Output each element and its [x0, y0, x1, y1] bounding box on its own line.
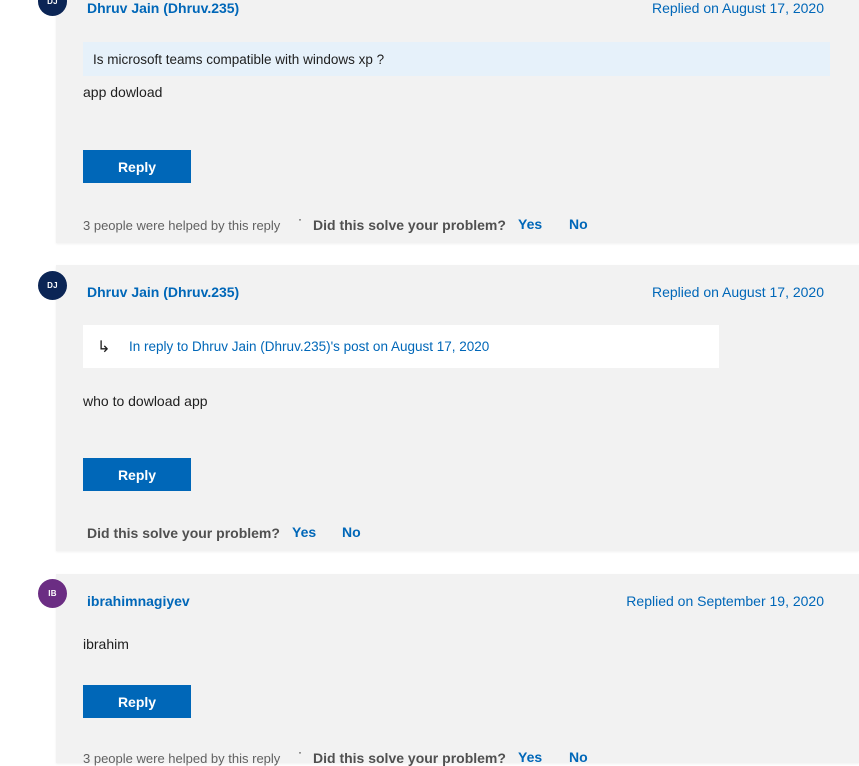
- quoted-question-text: Is microsoft teams compatible with windo…: [93, 51, 385, 67]
- post-body: app dowload: [83, 84, 163, 100]
- no-button[interactable]: No: [342, 524, 361, 540]
- reply-date[interactable]: Replied on August 17, 2020: [652, 284, 824, 300]
- reply-button[interactable]: Reply: [83, 685, 191, 718]
- yes-button[interactable]: Yes: [518, 216, 542, 232]
- helped-count: 3 people were helped by this reply: [83, 751, 281, 766]
- solve-question: Did this solve your problem?: [313, 217, 506, 233]
- author-name[interactable]: Dhruv Jain (Dhruv.235): [87, 284, 239, 300]
- author-name[interactable]: Dhruv Jain (Dhruv.235): [87, 0, 239, 16]
- solve-question: Did this solve your problem?: [313, 750, 506, 766]
- in-reply-to-text[interactable]: In reply to Dhruv Jain (Dhruv.235)'s pos…: [129, 339, 489, 354]
- reply-button[interactable]: Reply: [83, 150, 191, 183]
- reply-button[interactable]: Reply: [83, 458, 191, 491]
- post-body: ibrahim: [83, 636, 129, 652]
- separator-dot: ·: [298, 745, 302, 759]
- separator-dot: ·: [298, 212, 302, 226]
- no-button[interactable]: No: [569, 216, 588, 232]
- in-reply-to-link[interactable]: ↳ In reply to Dhruv Jain (Dhruv.235)'s p…: [83, 325, 719, 368]
- post-card: [56, 0, 859, 243]
- solve-question: Did this solve your problem?: [87, 525, 280, 541]
- helped-count: 3 people were helped by this reply: [83, 218, 281, 233]
- avatar[interactable]: DJ: [38, 271, 67, 300]
- post-body: who to dowload app: [83, 393, 208, 409]
- quoted-question: Is microsoft teams compatible with windo…: [83, 42, 830, 76]
- reply-date[interactable]: Replied on September 19, 2020: [626, 593, 824, 609]
- author-name[interactable]: ibrahimnagiyev: [87, 593, 190, 609]
- reply-arrow-icon: ↳: [97, 338, 111, 356]
- yes-button[interactable]: Yes: [292, 524, 316, 540]
- avatar[interactable]: IB: [38, 579, 67, 608]
- reply-date[interactable]: Replied on August 17, 2020: [652, 0, 824, 16]
